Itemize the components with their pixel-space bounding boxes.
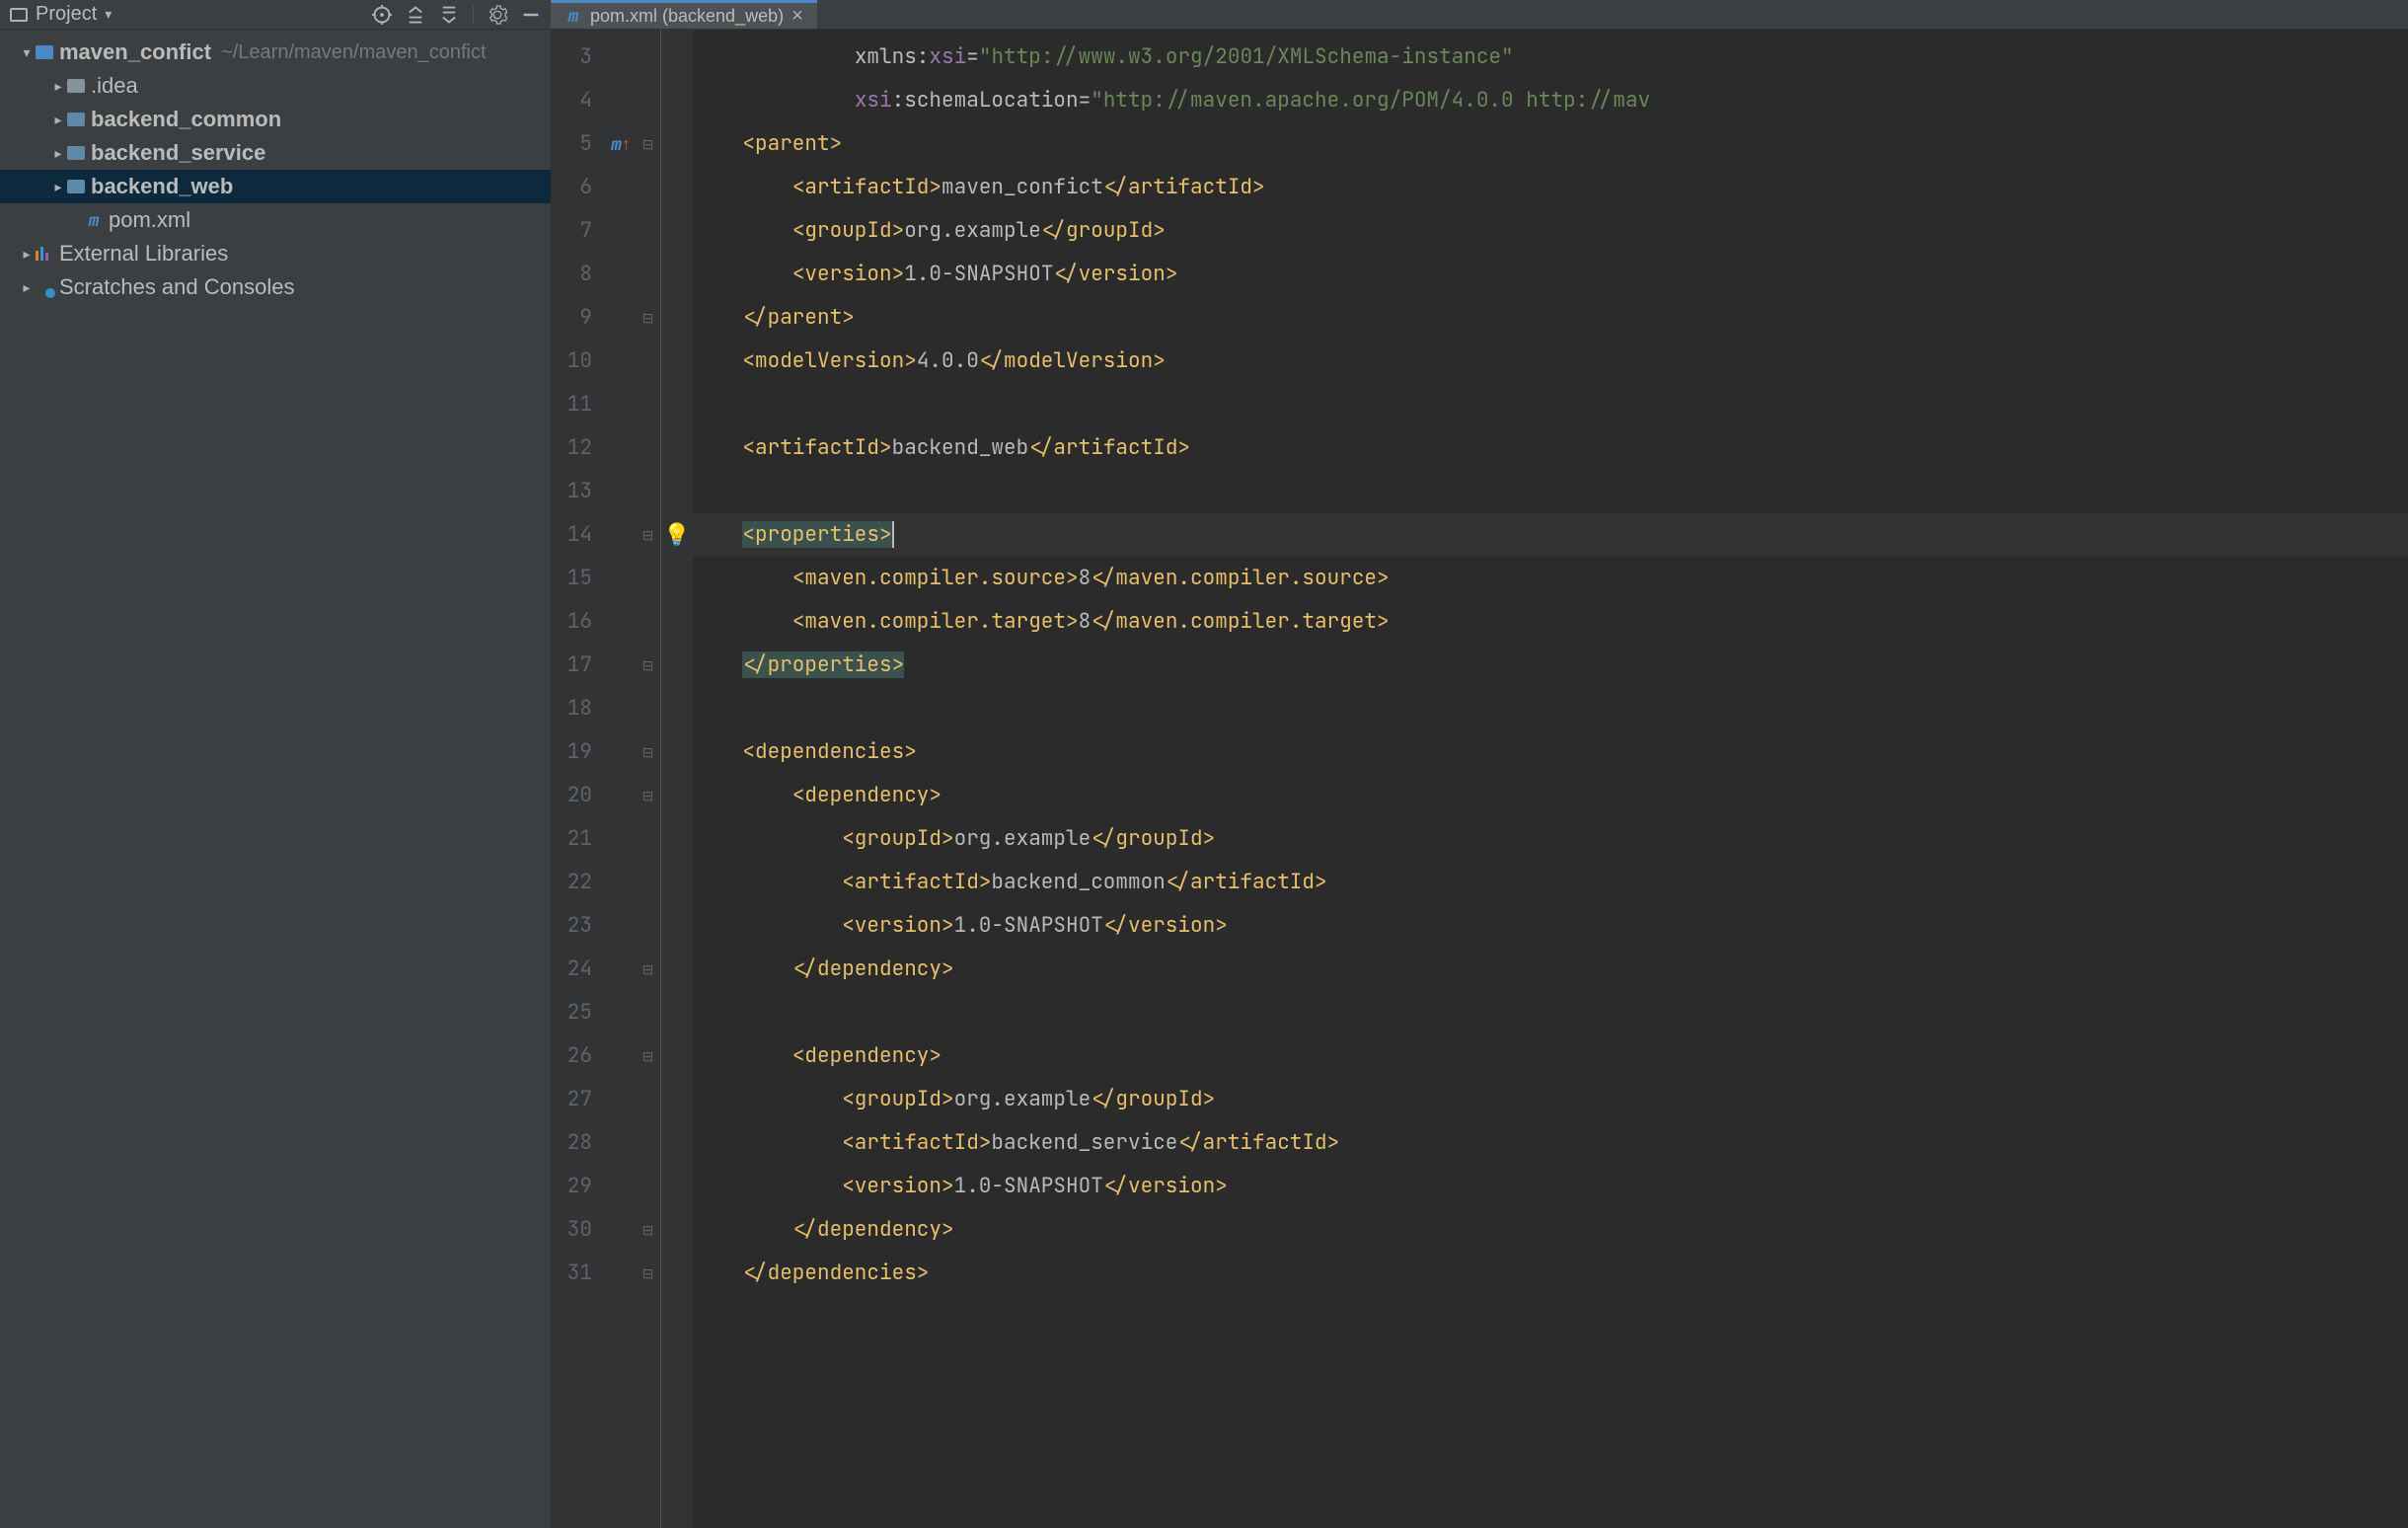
code-line[interactable]	[693, 991, 2408, 1034]
folder-module-icon	[36, 45, 53, 59]
expand-all-icon[interactable]	[406, 5, 425, 25]
target-icon[interactable]	[372, 5, 392, 25]
code-line[interactable]: <version>1.0-SNAPSHOT</version>	[693, 253, 2408, 296]
fold-icon[interactable]: ⊟	[642, 1222, 654, 1239]
tree-node-label: backend_service	[91, 140, 265, 166]
tree-node-backend_service[interactable]: ▸ backend_service	[0, 136, 551, 170]
code-line[interactable]: <artifactId>maven_confict</artifactId>	[693, 166, 2408, 209]
tree-node-maven_confict[interactable]: ▾ maven_confict ~/Learn/maven/maven_confic…	[0, 36, 551, 69]
maven-mark-icon: m	[611, 134, 622, 155]
code-line[interactable]: </parent>	[693, 296, 2408, 340]
code-line[interactable]: <version>1.0-SNAPSHOT</version>	[693, 904, 2408, 948]
maven-file-icon: m	[85, 211, 103, 229]
code-line[interactable]: <artifactId>backend_web</artifactId>	[693, 426, 2408, 470]
sidebar-title[interactable]: Project	[36, 3, 97, 26]
expand-icon[interactable]: ▸	[18, 246, 36, 263]
code-line[interactable]: <parent>	[693, 122, 2408, 166]
tree-node-label: External Libraries	[59, 241, 228, 267]
expand-icon[interactable]: ▸	[49, 179, 67, 195]
code-line[interactable]	[693, 383, 2408, 426]
intention-bulb-icon[interactable]: 💡	[663, 522, 690, 548]
code-line[interactable]: </dependency>	[693, 1208, 2408, 1252]
code-line[interactable]: </dependencies>	[693, 1252, 2408, 1295]
code-line[interactable]	[693, 470, 2408, 513]
close-icon[interactable]: ×	[791, 5, 803, 28]
code-line[interactable]: </properties>	[693, 644, 2408, 687]
tree-node-backend_web[interactable]: ▸ backend_web	[0, 170, 551, 203]
expand-icon[interactable]: ▸	[49, 112, 67, 128]
fold-icon[interactable]: ⊟	[642, 961, 654, 978]
code-line[interactable]: <groupId>org.example</groupId>	[693, 1078, 2408, 1121]
code-line[interactable]: <artifactId>backend_service</artifactId>	[693, 1121, 2408, 1165]
folder-icon	[67, 79, 85, 93]
fold-icon[interactable]: ⊟	[642, 310, 654, 327]
tree-node-label: backend_common	[91, 107, 281, 132]
code-line[interactable]: <properties>	[693, 513, 2408, 557]
code-line[interactable]: <maven.compiler.source>8</maven.compiler…	[693, 557, 2408, 600]
code-line[interactable]: <groupId>org.example</groupId>	[693, 209, 2408, 253]
fold-icon[interactable]: ⊟	[642, 744, 654, 761]
editor-gutter: 3456789101112131415161718192021222324252…	[551, 30, 693, 1528]
sidebar-header: Project ▾	[0, 0, 551, 30]
tree-node-scratches-and-consoles[interactable]: ▸ Scratches and Consoles	[0, 270, 551, 304]
expand-icon[interactable]: ▸	[49, 145, 67, 162]
code-line[interactable]: <dependency>	[693, 1034, 2408, 1078]
folder-source-icon	[67, 146, 85, 160]
maven-file-icon: m	[564, 7, 582, 25]
code-line[interactable]: <groupId>org.example</groupId>	[693, 817, 2408, 861]
editor-area: m pom.xml (backend_web) × 34567891011121…	[551, 0, 2408, 1528]
code-line[interactable]: <maven.compiler.target>8</maven.compiler…	[693, 600, 2408, 644]
project-sidebar: Project ▾ ▾ maven_confict ~/Learn/maven/ma…	[0, 0, 551, 1528]
tree-node-backend_common[interactable]: ▸ backend_common	[0, 103, 551, 136]
chevron-down-icon[interactable]: ▾	[105, 6, 112, 23]
library-icon	[36, 247, 53, 261]
tree-node--idea[interactable]: ▸ .idea	[0, 69, 551, 103]
fold-icon[interactable]: ⊟	[642, 136, 654, 153]
expand-icon[interactable]: ▸	[49, 78, 67, 95]
line-numbers: 3456789101112131415161718192021222324252…	[551, 30, 606, 1528]
expand-icon[interactable]: ▾	[18, 44, 36, 61]
fold-icon[interactable]: ⊟	[642, 657, 654, 674]
tree-node-label: pom.xml	[109, 207, 190, 233]
code-line[interactable]	[693, 687, 2408, 730]
editor-tab-bar: m pom.xml (backend_web) ×	[551, 0, 2408, 30]
code-line[interactable]: <dependencies>	[693, 730, 2408, 774]
folder-source-icon	[67, 180, 85, 193]
tree-node-external-libraries[interactable]: ▸ External Libraries	[0, 237, 551, 270]
up-arrow-icon: ↑	[622, 134, 631, 155]
tree-node-label: .idea	[91, 73, 138, 99]
editor-body: 3456789101112131415161718192021222324252…	[551, 30, 2408, 1528]
gear-icon[interactable]	[488, 5, 507, 25]
tree-node-label: backend_web	[91, 174, 233, 199]
fold-icon[interactable]: ⊟	[642, 788, 654, 804]
code-line[interactable]: <version>1.0-SNAPSHOT</version>	[693, 1165, 2408, 1208]
collapse-all-icon[interactable]	[439, 5, 459, 25]
fold-icon[interactable]: ⊟	[642, 1265, 654, 1282]
project-panel-icon	[10, 8, 28, 22]
code-line[interactable]: <modelVersion>4.0.0</modelVersion>	[693, 340, 2408, 383]
code-line[interactable]: xsi:schemaLocation="http://maven.apache.…	[693, 79, 2408, 122]
scratch-icon	[36, 278, 53, 296]
code-line[interactable]: <artifactId>backend_common</artifactId>	[693, 861, 2408, 904]
fold-icon[interactable]: ⊟	[642, 527, 654, 544]
minimize-icon[interactable]	[521, 5, 541, 25]
tree-node-label: maven_confict	[59, 39, 211, 65]
project-tree[interactable]: ▾ maven_confict ~/Learn/maven/maven_confic…	[0, 30, 551, 1528]
tree-node-pom-xml[interactable]: m pom.xml	[0, 203, 551, 237]
tree-node-label: Scratches and Consoles	[59, 274, 294, 300]
fold-icon[interactable]: ⊟	[642, 1048, 654, 1065]
code-content[interactable]: xmlns:xsi="http://www.w3.org/2001/XMLSch…	[693, 30, 2408, 1528]
folder-source-icon	[67, 113, 85, 126]
code-line[interactable]: <dependency>	[693, 774, 2408, 817]
tab-pom-xml[interactable]: m pom.xml (backend_web) ×	[551, 0, 817, 29]
tab-label: pom.xml (backend_web)	[590, 6, 784, 27]
code-line[interactable]: </dependency>	[693, 948, 2408, 991]
expand-icon[interactable]: ▸	[18, 279, 36, 296]
tree-node-path: ~/Learn/maven/maven_confict	[221, 41, 487, 64]
code-line[interactable]: xmlns:xsi="http://www.w3.org/2001/XMLSch…	[693, 36, 2408, 79]
